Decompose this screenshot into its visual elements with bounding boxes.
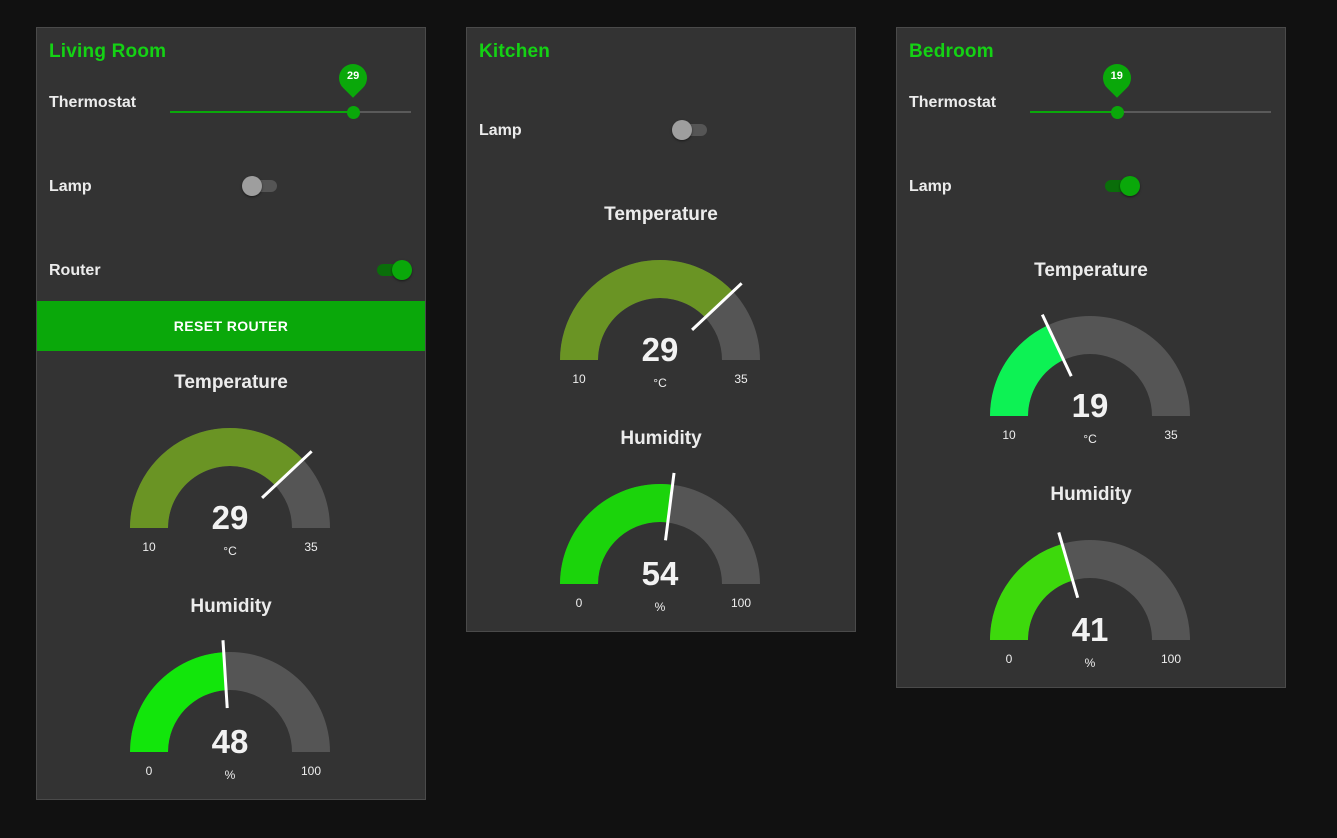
- bedroom-panel: Bedroom Thermostat 19 Lamp Temperature 1…: [896, 27, 1286, 688]
- gauge-value: 48: [212, 723, 249, 760]
- thermostat-slider[interactable]: 19: [1030, 58, 1271, 121]
- humidity-gauge: 48 % 0 100: [130, 640, 330, 782]
- panel-title: Bedroom: [909, 41, 994, 62]
- gauge-min: 10: [1002, 428, 1016, 442]
- toggle-knob: [1120, 176, 1140, 196]
- gauge-unit: %: [225, 768, 236, 782]
- gauge-unit: %: [655, 600, 666, 614]
- lamp-label: Lamp: [49, 178, 92, 195]
- gauge-unit: °C: [223, 544, 237, 558]
- lamp-label: Lamp: [479, 122, 522, 139]
- temperature-gauge: 29 °C 10 35: [560, 260, 760, 390]
- living-room-panel: Living Room Thermostat 29 Lamp Router RE…: [36, 27, 426, 800]
- gauge-max: 35: [1164, 428, 1178, 442]
- lamp-label: Lamp: [909, 178, 952, 195]
- toggle-knob: [392, 260, 412, 280]
- reset-router-button[interactable]: RESET ROUTER: [37, 301, 425, 351]
- temperature-gauge: 19 °C 10 35: [990, 314, 1190, 446]
- humidity-gauge: 54 % 0 100: [560, 472, 760, 614]
- humidity-title: Humidity: [1050, 484, 1132, 505]
- gauge-max: 35: [304, 540, 318, 554]
- kitchen-panel: Kitchen Lamp Temperature 29 °C 10 35 Hum…: [466, 27, 856, 632]
- humidity-gauge: 41 % 0 100: [990, 532, 1190, 670]
- lamp-toggle[interactable]: [242, 175, 280, 197]
- gauge-max: 100: [731, 596, 751, 610]
- thermostat-label: Thermostat: [49, 94, 137, 111]
- panel-title: Kitchen: [479, 41, 551, 62]
- lamp-toggle[interactable]: [1102, 175, 1140, 197]
- panel-title: Living Room: [49, 41, 167, 62]
- slider-thumb[interactable]: [347, 106, 361, 119]
- gauge-min: 0: [146, 764, 153, 778]
- gauge-value: 29: [642, 331, 679, 368]
- router-toggle[interactable]: [374, 259, 412, 281]
- temperature-gauge: 29 °C 10 35: [130, 428, 330, 558]
- gauge-value: 41: [1072, 611, 1109, 648]
- gauge-fill: [990, 543, 1073, 640]
- gauge-max: 35: [734, 372, 748, 386]
- gauge-max: 100: [1161, 652, 1181, 666]
- temperature-title: Temperature: [1034, 260, 1148, 281]
- toggle-knob: [242, 176, 262, 196]
- humidity-title: Humidity: [620, 428, 702, 449]
- gauge-min: 10: [572, 372, 586, 386]
- lamp-toggle[interactable]: [672, 119, 710, 141]
- gauge-unit: °C: [653, 376, 667, 390]
- router-label: Router: [49, 262, 101, 279]
- gauge-max: 100: [301, 764, 321, 778]
- gauge-value: 54: [642, 555, 679, 592]
- gauge-unit: %: [1085, 656, 1096, 670]
- toggle-knob: [672, 120, 692, 140]
- humidity-title: Humidity: [190, 596, 272, 617]
- gauge-min: 0: [1006, 652, 1013, 666]
- gauge-value: 19: [1072, 387, 1109, 424]
- slider-fill: [1030, 111, 1117, 113]
- temperature-title: Temperature: [174, 372, 288, 393]
- slider-value-label: 19: [1110, 70, 1123, 82]
- slider-thumb[interactable]: [1110, 106, 1124, 119]
- gauge-value: 29: [212, 499, 249, 536]
- thermostat-label: Thermostat: [909, 94, 997, 111]
- slider-value-label: 29: [347, 70, 360, 82]
- thermostat-slider[interactable]: 29: [170, 58, 411, 121]
- temperature-title: Temperature: [604, 204, 718, 225]
- gauge-min: 10: [142, 540, 156, 554]
- gauge-unit: °C: [1083, 432, 1097, 446]
- gauge-needle: [221, 640, 229, 709]
- slider-fill: [170, 111, 354, 113]
- gauge-min: 0: [576, 596, 583, 610]
